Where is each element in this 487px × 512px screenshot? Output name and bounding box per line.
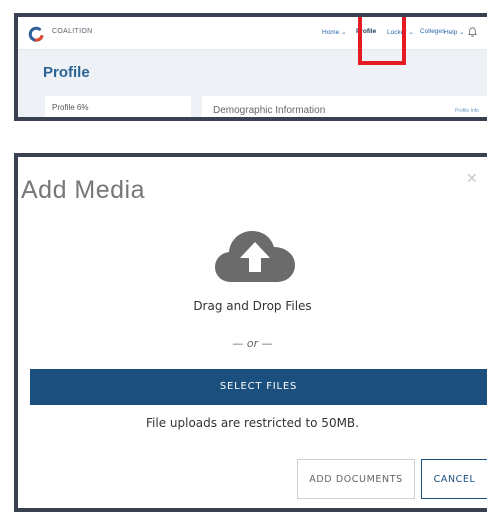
modal-title: Add Media (21, 176, 146, 204)
upload-restriction-text: File uploads are restricted to 50MB. (146, 416, 359, 430)
profile-progress-card[interactable]: Profile 6% (45, 96, 191, 117)
modal-footer: ADD DOCUMENTS CANCEL (18, 459, 487, 499)
bell-icon[interactable] (468, 27, 477, 37)
page-title: Profile (43, 64, 90, 81)
header-screenshot: COALITION Home ⌄ Profile Locker ⌄ Colleg… (14, 13, 487, 121)
coalition-logo-icon[interactable] (28, 26, 44, 42)
select-files-button[interactable]: SELECT FILES (30, 369, 487, 405)
page-background: COALITION Home ⌄ Profile Locker ⌄ Colleg… (18, 17, 487, 117)
demographic-section-card: Demographic Information Profile Info (202, 96, 487, 117)
close-icon[interactable]: ✕ (466, 171, 478, 187)
brand-name: COALITION (52, 28, 93, 35)
add-media-modal: Add Media ✕ Drag and Drop Files — or — S… (18, 157, 487, 508)
section-side-link[interactable]: Profile Info (455, 108, 479, 114)
nav-colleges[interactable]: Colleges (420, 28, 445, 35)
modal-screenshot: Add Media ✕ Drag and Drop Files — or — S… (14, 153, 487, 512)
nav-home[interactable]: Home ⌄ (322, 28, 347, 36)
or-separator: — or — (232, 337, 273, 350)
top-navigation: COALITION Home ⌄ Profile Locker ⌄ Colleg… (18, 17, 487, 65)
cloud-upload-icon (215, 231, 295, 282)
section-title: Demographic Information (213, 105, 326, 116)
profile-progress-label: Profile 6% (52, 103, 89, 112)
cancel-button[interactable]: CANCEL (421, 459, 487, 499)
nav-help[interactable]: Help ⌄ (444, 28, 465, 36)
add-documents-button[interactable]: ADD DOCUMENTS (297, 459, 415, 499)
drag-drop-text: Drag and Drop Files (193, 299, 312, 313)
locker-highlight-box (358, 17, 406, 65)
